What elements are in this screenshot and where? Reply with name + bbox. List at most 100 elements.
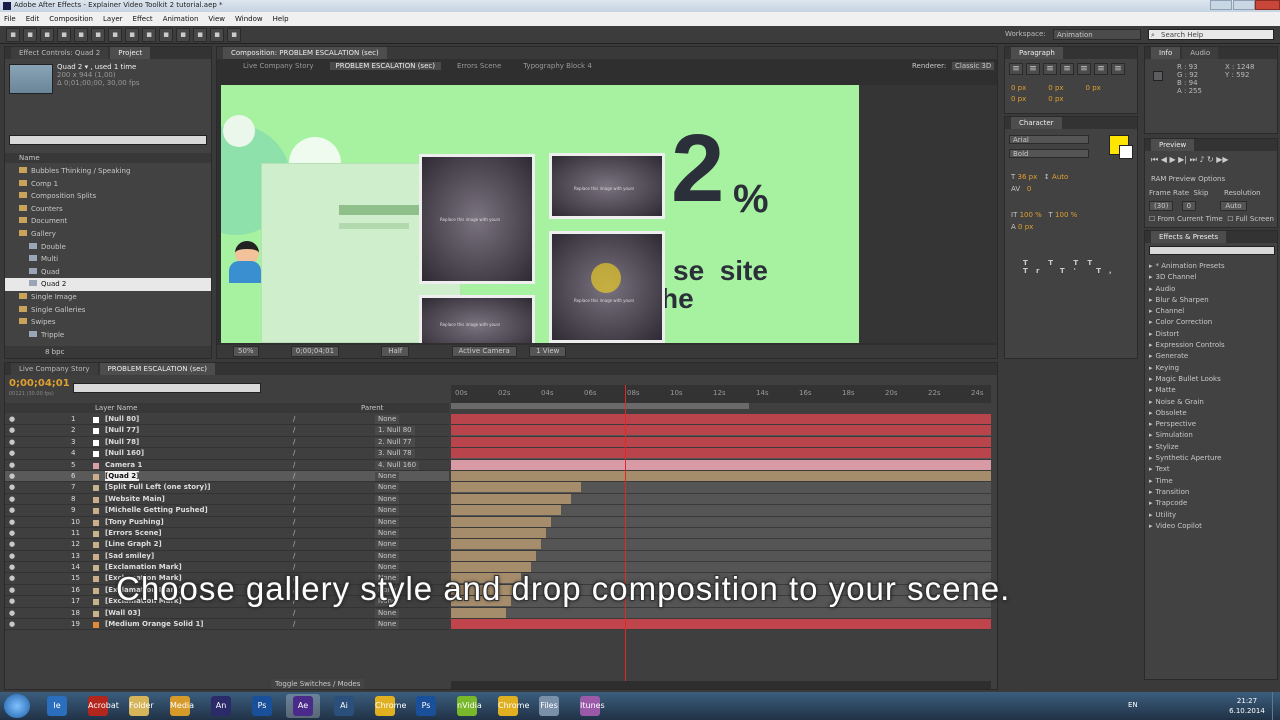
parent-dropdown[interactable]: None: [375, 620, 400, 630]
comp-timecode[interactable]: 0;00;04;01: [290, 346, 340, 357]
toggle-switches-button[interactable]: Toggle Switches / Modes: [271, 679, 365, 689]
project-tree-item[interactable]: Quad 2: [5, 278, 211, 291]
layer-duration-bar[interactable]: [451, 482, 991, 494]
parent-dropdown[interactable]: 2. Null 77: [375, 437, 415, 447]
menu-edit[interactable]: Edit: [26, 15, 40, 23]
layer-duration-bar[interactable]: [451, 470, 991, 483]
menu-window[interactable]: Window: [235, 15, 263, 23]
pickwhip-icon[interactable]: ∕: [293, 517, 295, 527]
timeline-scrollbar[interactable]: [451, 681, 991, 689]
taskbar-app-chrome[interactable]: Chrome: [368, 694, 406, 718]
project-tree-item[interactable]: Quad: [5, 266, 211, 279]
timeline-tab[interactable]: PROBLEM ESCALATION (sec): [99, 363, 215, 375]
label-color-swatch[interactable]: [93, 485, 99, 492]
layer-name[interactable]: [Website Main]: [105, 494, 165, 504]
taskbar-app-nvidia[interactable]: nVidia: [450, 694, 484, 718]
effects-category[interactable]: ▸ Keying: [1149, 363, 1275, 374]
effects-category[interactable]: ▸ Obsolete: [1149, 408, 1275, 419]
layer-duration-bar[interactable]: [451, 527, 991, 540]
resolution-dropdown-preview[interactable]: Auto: [1220, 201, 1247, 211]
effects-category[interactable]: ▸ Utility: [1149, 510, 1275, 521]
layer-name[interactable]: [Quad 2]: [105, 470, 140, 482]
timeline-timecode[interactable]: 0;00;04;01: [9, 378, 70, 389]
justify-left-icon[interactable]: ≡: [1060, 63, 1074, 75]
pickwhip-icon[interactable]: ∕: [293, 608, 295, 618]
taskbar-app-an[interactable]: An: [204, 694, 238, 718]
font-size-value[interactable]: 36 px: [1018, 173, 1038, 181]
effects-category[interactable]: ▸ Text: [1149, 464, 1275, 475]
font-style-dropdown[interactable]: Bold: [1009, 149, 1089, 158]
taskbar-app-itunes[interactable]: Itunes: [573, 694, 607, 718]
brush-tool-icon[interactable]: ▪: [159, 28, 173, 42]
parent-dropdown[interactable]: 1. Null 80: [375, 426, 415, 436]
layer-duration-bar[interactable]: [451, 550, 991, 563]
tab-character[interactable]: Character: [1011, 117, 1062, 129]
tab-info[interactable]: Info: [1151, 47, 1181, 59]
breadcrumb-item[interactable]: Typography Block 4: [517, 62, 598, 70]
leading-value[interactable]: Auto: [1052, 173, 1068, 181]
layer-duration-bar[interactable]: [451, 493, 991, 506]
effects-category[interactable]: ▸ Transition: [1149, 487, 1275, 498]
effects-category[interactable]: ▸ Magic Bullet Looks: [1149, 374, 1275, 385]
label-color-swatch[interactable]: [93, 576, 99, 583]
effects-search-input[interactable]: [1149, 246, 1275, 255]
layer-name[interactable]: [Null 78]: [105, 437, 139, 447]
layer-row[interactable]: ● 7 [Split Full Left (one story)] ∕ None: [5, 482, 449, 494]
menu-file[interactable]: File: [4, 15, 16, 23]
parent-dropdown[interactable]: None: [375, 517, 400, 527]
layer-row[interactable]: ● 19 [Medium Orange Solid 1] ∕ None: [5, 619, 449, 631]
eye-icon[interactable]: ●: [9, 517, 15, 527]
effects-category[interactable]: ▸ Video Copilot: [1149, 521, 1275, 532]
layer-row[interactable]: ● 4 [Null 160] ∕ 3. Null 78: [5, 448, 449, 460]
close-button[interactable]: [1255, 0, 1280, 10]
hand-tool-icon[interactable]: ▪: [23, 28, 37, 42]
work-area-bar[interactable]: [451, 403, 749, 409]
effects-category[interactable]: ▸ Distort: [1149, 329, 1275, 340]
effects-category[interactable]: ▸ Expression Controls: [1149, 340, 1275, 351]
layer-name[interactable]: [Medium Orange Solid 1]: [105, 619, 204, 629]
effects-category[interactable]: ▸ Noise & Grain: [1149, 397, 1275, 408]
roto-tool-icon[interactable]: ▪: [210, 28, 224, 42]
layer-row[interactable]: ● 18 [Wall 03] ∕ None: [5, 608, 449, 620]
label-color-swatch[interactable]: [93, 462, 99, 469]
layer-row[interactable]: ● 5 Camera 1 ∕ 4. Null 160: [5, 460, 449, 471]
pickwhip-icon[interactable]: ∕: [293, 505, 295, 515]
puppet-tool-icon[interactable]: ▪: [227, 28, 241, 42]
label-color-swatch[interactable]: [93, 530, 99, 537]
parent-dropdown[interactable]: None: [375, 551, 400, 561]
project-tree-item[interactable]: Multi: [5, 253, 211, 266]
breadcrumb-item[interactable]: PROBLEM ESCALATION (sec): [329, 62, 441, 70]
taskbar-app-ae[interactable]: Ae: [286, 694, 320, 718]
taskbar-app-folder[interactable]: Folder: [122, 694, 156, 718]
taskbar-app-files[interactable]: Files: [532, 694, 566, 718]
tab-effect-controls[interactable]: Effect Controls: Quad 2: [11, 47, 109, 59]
maximize-button[interactable]: [1233, 0, 1255, 10]
pickwhip-icon[interactable]: ∕: [293, 539, 295, 549]
layer-duration-bar[interactable]: [451, 459, 991, 471]
layer-duration-bar[interactable]: [451, 448, 991, 460]
pickwhip-icon[interactable]: ∕: [293, 448, 295, 458]
project-tree-item[interactable]: Counters: [5, 203, 211, 216]
layer-name[interactable]: [Null 160]: [105, 448, 144, 458]
eye-icon[interactable]: ●: [9, 471, 15, 481]
layer-row[interactable]: ● 8 [Website Main] ∕ None: [5, 494, 449, 506]
clock-time[interactable]: 21:27: [1226, 696, 1268, 706]
layer-name[interactable]: [Null 77]: [105, 425, 139, 435]
pickwhip-icon[interactable]: ∕: [293, 528, 295, 538]
clock-date[interactable]: 6.10.2014: [1226, 706, 1268, 716]
taskbar-app-ps[interactable]: Ps: [409, 694, 443, 718]
label-color-swatch[interactable]: [93, 587, 99, 594]
label-color-swatch[interactable]: [93, 496, 99, 503]
align-left-icon[interactable]: ≡: [1009, 63, 1023, 75]
breadcrumb-item[interactable]: Live Company Story: [237, 62, 320, 70]
effects-category[interactable]: ▸ Stylize: [1149, 442, 1275, 453]
justify-right-icon[interactable]: ≡: [1094, 63, 1108, 75]
parent-dropdown[interactable]: None: [375, 528, 400, 538]
current-time-indicator[interactable]: [625, 385, 626, 681]
effects-category[interactable]: ▸ Simulation: [1149, 430, 1275, 441]
play-icon[interactable]: ▶: [1169, 155, 1175, 164]
horizontal-scale-value[interactable]: 100 %: [1055, 211, 1077, 219]
space-before-value[interactable]: 0 px: [1086, 84, 1101, 92]
label-color-swatch[interactable]: [93, 519, 99, 526]
eye-icon[interactable]: ●: [9, 608, 15, 618]
